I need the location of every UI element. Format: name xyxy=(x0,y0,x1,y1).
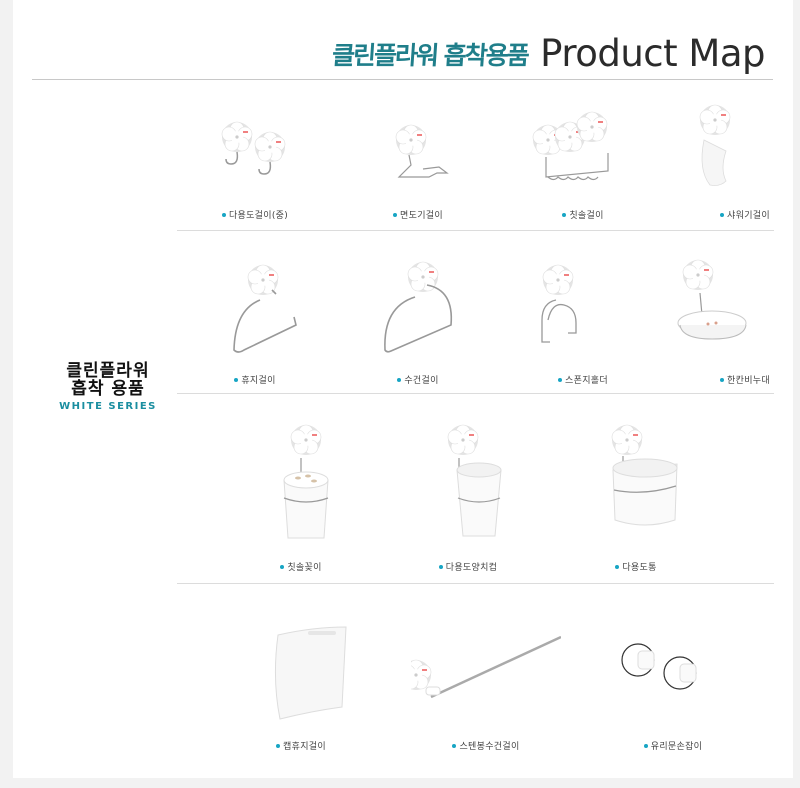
product-item[interactable]: 한칸비누대 xyxy=(670,255,800,390)
product-label: 다용도양치컵 xyxy=(393,560,543,573)
product-label: 스폰지홀더 xyxy=(508,373,658,386)
product-label: 다용도통 xyxy=(561,560,711,573)
product-label: 다용도걸이(중) xyxy=(180,208,330,221)
product-item[interactable]: 칫솔꽂이 xyxy=(226,418,376,583)
product-label: 유리문손잡이 xyxy=(598,739,748,752)
product-item[interactable]: 면도기걸이 xyxy=(343,95,493,230)
bullet-icon xyxy=(221,212,226,217)
toothbrush-cup-icon xyxy=(283,424,329,539)
bullet-icon xyxy=(562,212,567,217)
series-subtitle: WHITE SERIES xyxy=(59,401,157,412)
product-label: 칫솔걸이 xyxy=(508,208,658,221)
bullet-icon xyxy=(452,743,457,748)
product-map-page: 클린플라워 흡착용품 Product Map 클린플라워 흡착 용품 WHITE… xyxy=(13,0,793,778)
header-divider xyxy=(32,79,773,80)
product-item[interactable]: 스폰지홀더 xyxy=(508,255,658,390)
soap-dish-icon xyxy=(677,259,747,340)
product-item[interactable]: 다용도통 xyxy=(561,418,711,583)
row-divider xyxy=(177,583,774,584)
product-item[interactable]: 유리문손잡이 xyxy=(598,615,748,765)
bullet-icon xyxy=(720,212,725,217)
series-label: 클린플라워 흡착 용품 WHITE SERIES xyxy=(33,362,183,412)
product-item[interactable]: 다용도걸이(중) xyxy=(180,95,330,230)
product-label: 면도기걸이 xyxy=(343,208,493,221)
product-label: 한칸비누대 xyxy=(670,373,800,386)
towel-ring-icon xyxy=(384,261,453,353)
bullet-icon xyxy=(234,377,239,382)
product-label: 스텐봉수건걸이 xyxy=(411,739,561,752)
product-label: 휴지걸이 xyxy=(180,373,330,386)
product-label: 샤워기걸이 xyxy=(670,208,800,221)
storage-bin-icon xyxy=(611,424,678,526)
series-name-line1: 클린플라워 xyxy=(66,361,150,381)
tissue-holder-icon xyxy=(233,264,297,353)
product-label: 캡휴지걸이 xyxy=(226,739,376,752)
product-item[interactable]: 샤워기걸이 xyxy=(670,95,800,230)
product-item[interactable]: 수건걸이 xyxy=(343,255,493,390)
bullet-icon xyxy=(393,212,398,217)
product-item[interactable]: 다용도양치컵 xyxy=(393,418,543,583)
bullet-icon xyxy=(276,743,281,748)
bullet-icon xyxy=(643,743,648,748)
header-title-korean: 클린플라워 흡착용품 xyxy=(331,41,530,70)
product-item[interactable]: 칫솔걸이 xyxy=(508,95,658,230)
bullet-icon xyxy=(438,564,443,569)
header-title-english: Product Map xyxy=(540,32,765,75)
series-name-line2: 흡착 용품 xyxy=(71,379,145,399)
page-header: 클린플라워 흡착용품 Product Map xyxy=(331,32,765,76)
bullet-icon xyxy=(615,564,620,569)
row-divider xyxy=(177,393,774,394)
product-item[interactable]: 스텐봉수건걸이 xyxy=(411,615,561,765)
row-divider xyxy=(177,230,774,231)
bullet-icon xyxy=(280,564,285,569)
rinse-cup-icon xyxy=(447,424,502,537)
bullet-icon xyxy=(720,377,725,382)
product-label: 수건걸이 xyxy=(343,373,493,386)
bullet-icon xyxy=(397,377,402,382)
sponge-holder-icon xyxy=(541,264,577,343)
product-label: 칫솔꽂이 xyxy=(226,560,376,573)
bullet-icon xyxy=(558,377,563,382)
product-item[interactable]: 휴지걸이 xyxy=(180,255,330,390)
product-item[interactable]: 캡휴지걸이 xyxy=(226,615,376,765)
